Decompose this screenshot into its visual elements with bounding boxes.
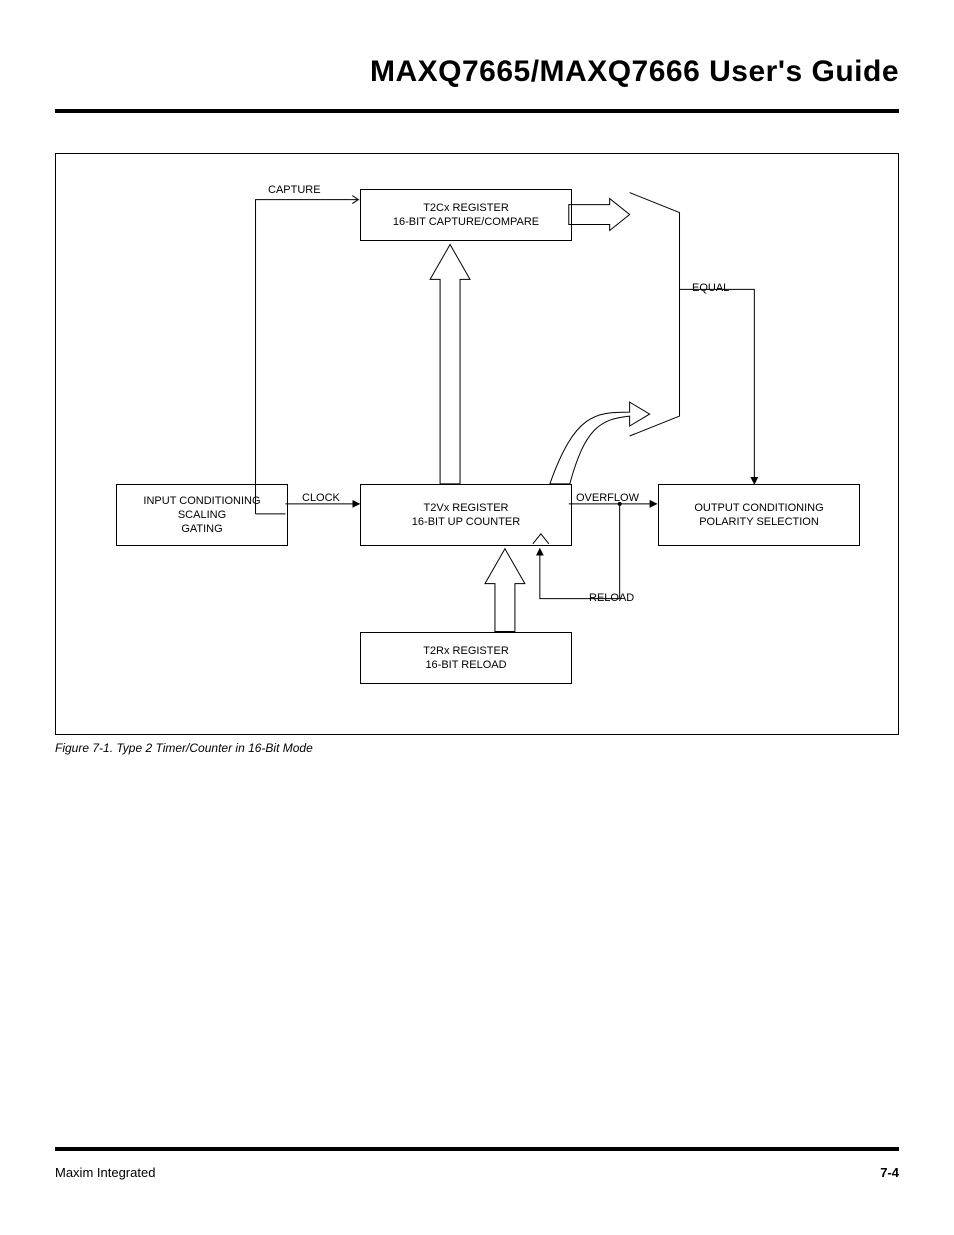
input-line2: SCALING (178, 508, 226, 522)
label-capture: CAPTURE (268, 184, 321, 197)
box-t2vx: T2Vx REGISTER 16-BIT UP COUNTER (360, 484, 572, 546)
input-line3: GATING (181, 522, 222, 536)
output-line1: OUTPUT CONDITIONING (694, 501, 823, 515)
label-overflow: OVERFLOW (576, 492, 639, 505)
page-footer: Maxim Integrated 7-4 (55, 1147, 899, 1180)
t2cx-line1: T2Cx REGISTER (423, 201, 509, 215)
figure-caption: Figure 7-1. Type 2 Timer/Counter in 16-B… (55, 741, 899, 755)
output-line2: POLARITY SELECTION (699, 515, 819, 529)
box-t2rx: T2Rx REGISTER 16-BIT RELOAD (360, 632, 572, 684)
t2vx-line1: T2Vx REGISTER (424, 501, 509, 515)
box-output-conditioning: OUTPUT CONDITIONING POLARITY SELECTION (658, 484, 860, 546)
top-rule (55, 109, 899, 113)
t2vx-line2: 16-BIT UP COUNTER (412, 515, 520, 529)
input-line1: INPUT CONDITIONING (143, 494, 260, 508)
page-title: MAXQ7665/MAXQ7666 User's Guide (55, 55, 899, 89)
box-t2cx: T2Cx REGISTER 16-BIT CAPTURE/COMPARE (360, 189, 572, 241)
figure-area: T2Cx REGISTER 16-BIT CAPTURE/COMPARE INP… (55, 153, 899, 755)
label-reload: RELOAD (589, 592, 634, 605)
t2rx-line2: 16-BIT RELOAD (425, 658, 506, 672)
footer-left: Maxim Integrated (55, 1165, 155, 1180)
figure-border: T2Cx REGISTER 16-BIT CAPTURE/COMPARE INP… (55, 153, 899, 735)
t2rx-line1: T2Rx REGISTER (423, 644, 509, 658)
t2cx-line2: 16-BIT CAPTURE/COMPARE (393, 215, 539, 229)
box-input-conditioning: INPUT CONDITIONING SCALING GATING (116, 484, 288, 546)
bottom-rule (55, 1147, 899, 1151)
label-equal: EQUAL (692, 282, 729, 295)
label-clock: CLOCK (302, 492, 340, 505)
footer-page-number: 7-4 (880, 1165, 899, 1180)
